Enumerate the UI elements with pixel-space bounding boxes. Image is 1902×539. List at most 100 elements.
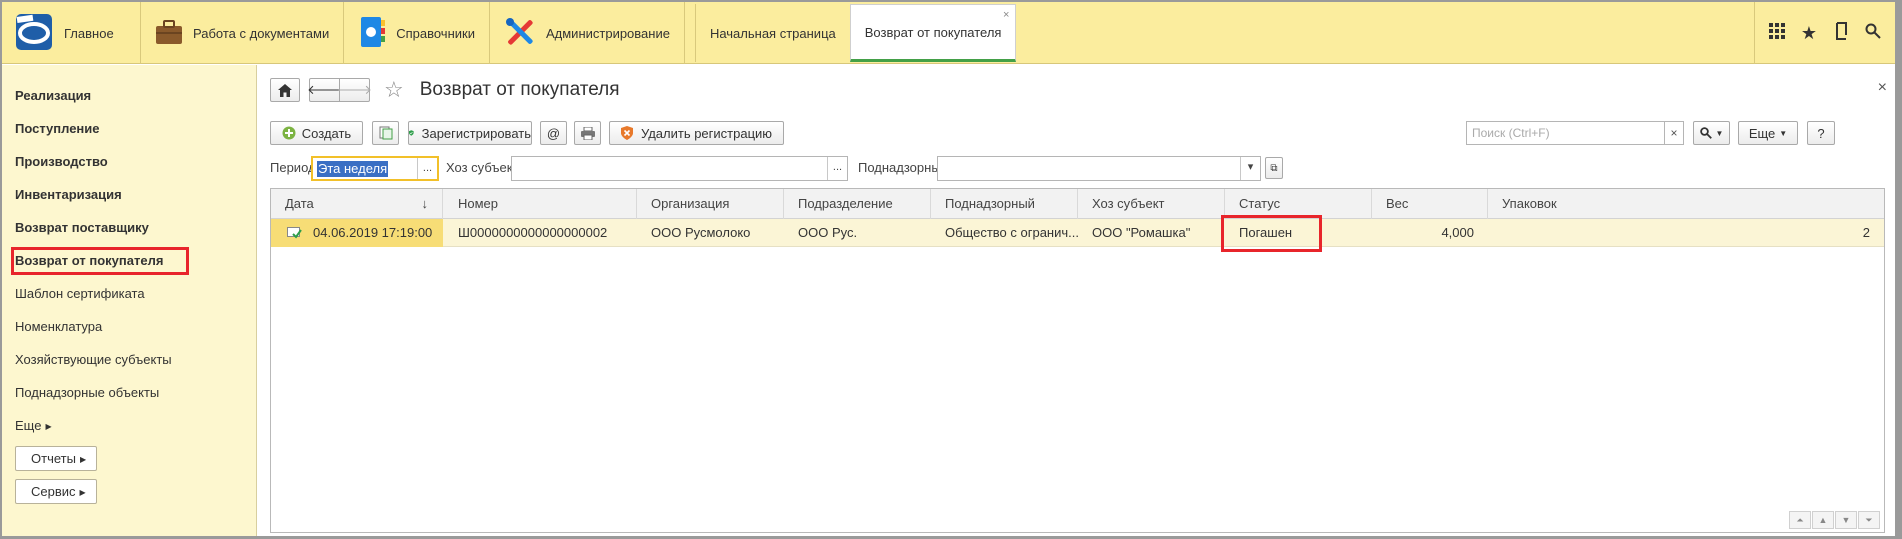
help-label: ? [1817, 125, 1825, 141]
open-supervised-button[interactable]: ⧉ [1265, 157, 1283, 179]
column-packages-label: Упаковок [1502, 196, 1557, 211]
section-documents[interactable]: Работа с документами [141, 2, 345, 64]
home-button[interactable] [270, 78, 300, 102]
back-button[interactable]: 🡐 [307, 78, 342, 102]
section-references[interactable]: Справочники [344, 2, 490, 64]
chevron-down-icon: ▼ [1779, 128, 1788, 138]
open-link-icon: ⧉ [1270, 162, 1278, 174]
create-button[interactable]: Создать [270, 121, 363, 145]
scroll-up-icon[interactable]: ▲ [1812, 511, 1834, 529]
triangle-right-icon: ▶ [45, 422, 52, 431]
printer-icon [580, 126, 595, 140]
column-date[interactable]: Дата ↓ [271, 189, 443, 219]
sidebar-item-nomenclature[interactable]: Номенклатура [2, 310, 256, 343]
chevron-down-icon: ▼ [1715, 128, 1724, 138]
section-administration[interactable]: Администрирование [490, 2, 685, 64]
subject-input[interactable]: ... [511, 156, 848, 181]
unregister-label: Удалить регистрацию [640, 125, 773, 141]
favorites-star-icon[interactable]: ★ [1793, 23, 1825, 44]
supervised-input[interactable]: ▾ [937, 156, 1261, 181]
column-packages[interactable]: Упаковок [1488, 189, 1884, 219]
service-button[interactable]: Сервис ▶ [15, 479, 97, 504]
sidebar-item-inventory[interactable]: Инвентаризация [2, 178, 256, 211]
column-weight[interactable]: Вес [1372, 189, 1488, 219]
tab-close-icon[interactable]: × [1003, 9, 1009, 21]
sidebar-more[interactable]: Еще ▶ [2, 409, 256, 442]
cell-date-value: 04.06.2019 17:19:00 [313, 225, 433, 240]
toolbar: Создать Зарегистрировать @ Удалить регис… [270, 121, 1885, 147]
plus-circle-icon [282, 126, 296, 140]
table-header: Дата ↓ Номер Организация Подразделение По… [271, 189, 1884, 219]
more-actions-button[interactable]: Еще ▼ [1738, 121, 1798, 145]
column-number[interactable]: Номер [444, 189, 637, 219]
shield-x-icon [620, 126, 633, 140]
sidebar-item-receipts[interactable]: Поступление [2, 112, 256, 145]
sidebar-item-supervised-objects[interactable]: Поднадзорные объекты [2, 376, 256, 409]
column-supervised[interactable]: Поднадзорный [931, 189, 1078, 219]
column-number-label: Номер [458, 196, 499, 211]
sidebar: Реализация Поступление Производство Инве… [2, 65, 257, 536]
close-form-icon[interactable]: × [1878, 79, 1887, 97]
search-options-button[interactable]: ▼ [1693, 121, 1730, 145]
shield-icon [409, 130, 414, 136]
tab-customer-return[interactable]: Возврат от покупателя × [849, 4, 1017, 62]
section-home[interactable]: Главное [2, 2, 141, 64]
column-department-label: Подразделение [798, 196, 893, 211]
arrow-right-icon: 🡒 [337, 82, 372, 97]
sidebar-item-return-to-supplier[interactable]: Возврат поставщику [2, 211, 256, 244]
sidebar-item-sales[interactable]: Реализация [2, 79, 256, 112]
email-button[interactable]: @ [540, 121, 567, 145]
column-supervised-label: Поднадзорный [945, 196, 1035, 211]
history-icon[interactable] [1825, 21, 1857, 45]
scroll-first-icon[interactable]: ⏶ [1789, 511, 1811, 529]
status-highlight-box [1221, 215, 1322, 252]
table-row[interactable]: 04.06.2019 17:19:00 Ш0000000000000000002… [271, 215, 1884, 252]
sidebar-item-label: Поступление [15, 121, 100, 136]
period-select-button[interactable]: ... [417, 158, 437, 179]
app-logo-icon [14, 12, 54, 55]
tab-start-page[interactable]: Начальная страница [694, 4, 850, 62]
column-date-label: Дата [285, 196, 314, 211]
search-input[interactable]: Поиск (Ctrl+F) [1466, 121, 1665, 145]
top-bar: Главное Работа с документами Справочники… [2, 2, 1895, 64]
main-content: 🡐 🡒 ☆ Возврат от покупателя × Создать За… [258, 65, 1895, 536]
sidebar-item-return-from-customer[interactable]: Возврат от покупателя [2, 244, 256, 277]
apps-grid-icon[interactable] [1761, 22, 1793, 44]
favorite-star-icon[interactable]: ☆ [384, 78, 404, 102]
forward-button[interactable]: 🡒 [337, 78, 372, 102]
copy-document-icon [379, 126, 392, 140]
column-subject[interactable]: Хоз субъект [1078, 189, 1225, 219]
register-button[interactable]: Зарегистрировать [408, 121, 532, 145]
reports-button[interactable]: Отчеты ▶ [15, 446, 98, 471]
column-organization-label: Организация [651, 196, 730, 211]
subject-select-button[interactable]: ... [827, 157, 847, 180]
column-department[interactable]: Подразделение [784, 189, 931, 219]
section-home-label: Главное [64, 25, 114, 41]
triangle-right-icon: ▶ [79, 488, 86, 497]
open-tabs: Начальная страница Возврат от покупателя… [694, 2, 1017, 64]
home-icon [278, 83, 292, 97]
help-button[interactable]: ? [1807, 121, 1835, 145]
cell-status: Погашен [1221, 215, 1372, 252]
sort-arrow-icon: ↓ [421, 196, 429, 211]
search-icon[interactable] [1857, 23, 1889, 44]
section-documents-label: Работа с документами [193, 25, 330, 41]
search-clear-icon[interactable]: × [1664, 121, 1684, 145]
column-organization[interactable]: Организация [637, 189, 784, 219]
filter-bar: Период: Эта неделя ... Хоз субъект: ... … [270, 156, 1885, 182]
section-references-label: Справочники [396, 25, 475, 41]
sidebar-item-certificate-template[interactable]: Шаблон сертификата [2, 277, 256, 310]
scroll-down-icon[interactable]: ▼ [1835, 511, 1857, 529]
unregister-button[interactable]: Удалить регистрацию [609, 121, 784, 145]
tab-customer-return-label: Возврат от покупателя [864, 24, 1002, 40]
sidebar-item-production[interactable]: Производство [2, 145, 256, 178]
print-button[interactable] [574, 121, 601, 145]
period-value: Эта неделя [317, 161, 389, 177]
column-subject-label: Хоз субъект [1092, 196, 1165, 211]
supervised-dropdown-icon[interactable]: ▾ [1240, 157, 1260, 180]
sidebar-item-business-entities[interactable]: Хозяйствующие субъекты [2, 343, 256, 376]
scroll-last-icon[interactable]: ⏷ [1858, 511, 1880, 529]
period-input[interactable]: Эта неделя ... [311, 156, 439, 181]
service-label: Сервис [31, 484, 76, 499]
copy-button[interactable] [372, 121, 399, 145]
